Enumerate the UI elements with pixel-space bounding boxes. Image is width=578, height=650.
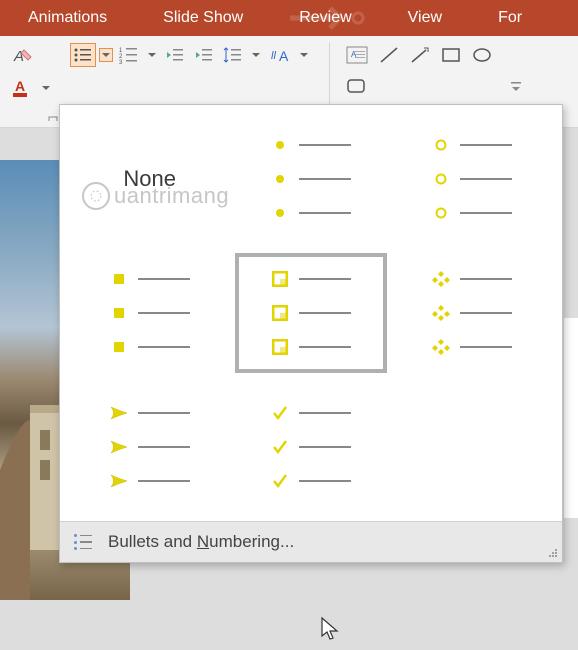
bullet-option-checkmark[interactable]: [235, 387, 386, 507]
cursor-icon: [320, 616, 340, 642]
list-icon: [74, 534, 94, 550]
bullet-option-none[interactable]: None: [74, 119, 225, 239]
bullets-dropdown-caret[interactable]: [99, 48, 113, 62]
tab-animations[interactable]: Animations: [0, 0, 135, 36]
bullets-button[interactable]: [70, 43, 96, 67]
svg-text:ll: ll: [271, 50, 276, 62]
increase-indent-button[interactable]: [191, 43, 217, 67]
numbering-dropdown-caret[interactable]: [145, 48, 159, 62]
shapes-more-button[interactable]: [506, 76, 526, 96]
line-spacing-button[interactable]: [220, 43, 246, 67]
tab-slide-show[interactable]: Slide Show: [135, 0, 271, 36]
svg-text:A: A: [279, 48, 289, 64]
bullet-option-hollow-square[interactable]: [235, 253, 386, 373]
arrow-icon: [110, 404, 128, 422]
line-spacing-dropdown[interactable]: [249, 48, 263, 62]
ribbon-tabs: Animations Slide Show Review View For: [0, 0, 578, 36]
hollow-square-icon: [271, 270, 289, 288]
numbering-button[interactable]: 123: [116, 43, 142, 67]
text-direction-button[interactable]: llA: [266, 42, 294, 68]
diamond-cluster-icon: [432, 270, 450, 288]
checkmark-icon: [271, 404, 289, 422]
shape-oval[interactable]: [468, 43, 496, 67]
font-group: A A: [8, 42, 64, 121]
text-direction-dropdown[interactable]: [297, 48, 311, 62]
side-content-sliver: [564, 318, 578, 518]
svg-text:3: 3: [119, 60, 123, 64]
decrease-indent-button[interactable]: [162, 43, 188, 67]
none-label: None: [123, 166, 176, 192]
tab-format[interactable]: For: [470, 0, 550, 36]
shape-rounded-rect[interactable]: [342, 74, 370, 98]
bullets-numbering-label: Bullets and Numbering...: [108, 532, 294, 552]
shape-rectangle[interactable]: [437, 43, 465, 67]
font-color-dropdown[interactable]: [39, 81, 53, 95]
resize-handle-icon[interactable]: [548, 548, 558, 558]
bullets-dropdown-panel: None: [59, 104, 563, 563]
shape-textbox[interactable]: A: [342, 42, 372, 68]
clear-formatting-button[interactable]: A: [8, 42, 36, 70]
decorative-arrow: [280, 0, 380, 36]
shape-line-arrow[interactable]: [406, 42, 434, 68]
shape-line[interactable]: [375, 42, 403, 68]
bullet-option-arrow[interactable]: [74, 387, 225, 507]
bullet-option-diamond-cluster[interactable]: [397, 253, 548, 373]
bullet-option-circle[interactable]: [397, 119, 548, 239]
disc-icon: [271, 136, 289, 154]
bullets-and-numbering-menu-item[interactable]: Bullets and Numbering...: [60, 521, 562, 562]
svg-text:A: A: [15, 78, 25, 94]
bullet-option-disc[interactable]: [235, 119, 386, 239]
svg-text:A: A: [13, 48, 24, 65]
bullet-option-square[interactable]: [74, 253, 225, 373]
bullets-grid: None: [60, 105, 562, 521]
square-icon: [110, 270, 128, 288]
tab-view[interactable]: View: [380, 0, 470, 36]
circle-icon: [432, 136, 450, 154]
font-color-button[interactable]: A: [8, 74, 36, 102]
